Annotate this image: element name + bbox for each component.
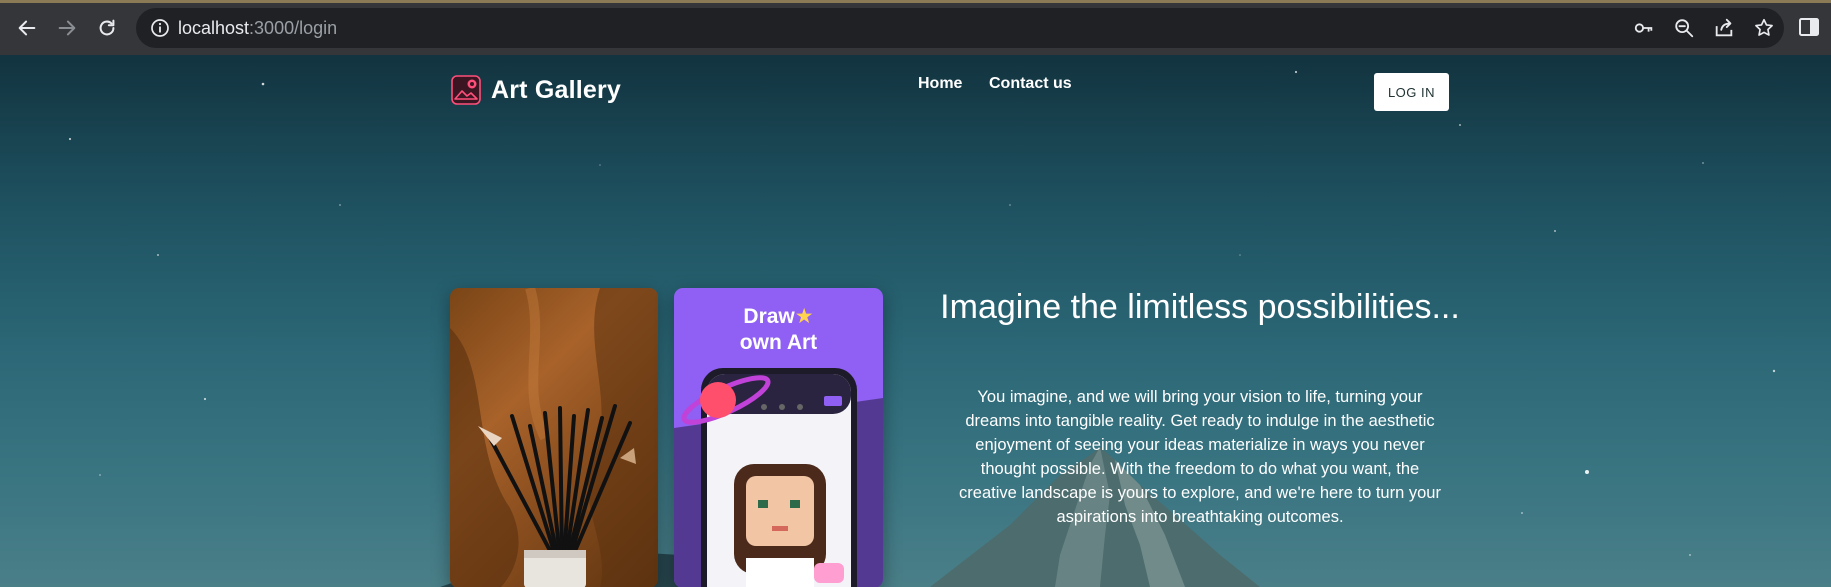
zoom-out-icon[interactable] <box>1673 17 1695 39</box>
paint-brushes-illustration <box>450 288 658 587</box>
hero-title: Imagine the limitless possibilities... <box>940 288 1460 326</box>
gallery-logo-icon <box>451 75 481 105</box>
phone-pixel-art-illustration <box>674 368 883 587</box>
mountain-background <box>440 447 1260 587</box>
nav-link-contact[interactable]: Contact us <box>989 75 1072 93</box>
back-button[interactable] <box>13 14 41 42</box>
share-icon[interactable] <box>1713 17 1735 39</box>
reload-button[interactable] <box>93 14 121 42</box>
nav-link-home[interactable]: Home <box>918 75 962 93</box>
login-button[interactable]: LOG IN <box>1374 73 1449 111</box>
url-text[interactable]: localhost:3000/login <box>178 18 337 39</box>
brand-name: Art Gallery <box>491 75 622 104</box>
draw-app-card: Draw★ own Art <box>674 288 883 587</box>
key-icon[interactable] <box>1633 17 1655 39</box>
url-host: localhost <box>178 18 250 38</box>
url-path: :3000/login <box>249 18 338 38</box>
brand[interactable]: Art Gallery <box>451 75 621 105</box>
brushes-image-card <box>450 288 658 587</box>
browser-toolbar: localhost:3000/login <box>0 0 1831 55</box>
arrow-left-icon <box>18 20 36 36</box>
info-icon[interactable] <box>150 18 170 38</box>
address-bar[interactable]: localhost:3000/login <box>136 8 1784 48</box>
side-panel-icon[interactable] <box>1798 16 1820 38</box>
hero-description: You imagine, and we will bring your visi… <box>959 388 1441 526</box>
arrow-right-icon <box>58 20 76 36</box>
reload-icon <box>99 19 115 36</box>
star-bookmark-icon[interactable] <box>1753 17 1775 39</box>
web-page: Art Gallery Home Contact us LOG IN Draw★… <box>0 55 1831 587</box>
window-top-edge <box>0 0 1831 3</box>
forward-button[interactable] <box>53 14 81 42</box>
